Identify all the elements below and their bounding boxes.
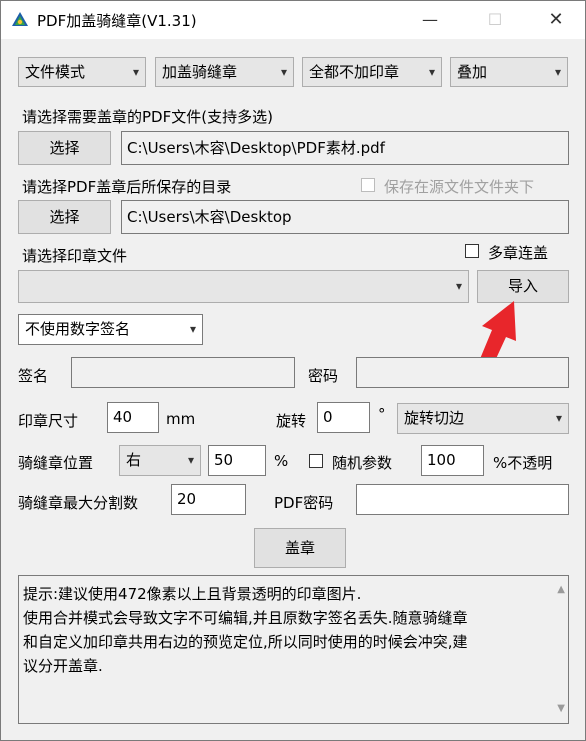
tip-line: 和自定义加印章共用右边的预览定位,所以同时使用的时候会冲突,建 xyxy=(23,633,468,651)
tip-line: 使用合并模式会导致文字不可编辑,并且原数字签名丢失.随意骑缝章 xyxy=(23,609,468,627)
stamp-size-label: 印章尺寸 xyxy=(18,412,79,430)
close-button[interactable]: ✕ xyxy=(533,1,579,39)
seam-position-select[interactable]: 右 ▾ xyxy=(119,445,201,476)
minimize-button[interactable]: — xyxy=(407,1,453,39)
opacity-label: %不透明 xyxy=(493,454,553,472)
save-in-source-label: 保存在源文件文件夹下 xyxy=(384,178,535,196)
random-params-label: 随机参数 xyxy=(332,454,393,472)
chevron-down-icon: ▾ xyxy=(555,411,562,425)
seam-percent-symbol: % xyxy=(274,452,289,470)
maximize-button[interactable]: ☐ xyxy=(472,1,518,39)
stamp-scope-value: 全都不加印章 xyxy=(309,63,400,81)
tips-text-area[interactable]: 提示:建议使用472像素以上且背景透明的印章图片. 使用合并模式会导致文字不可编… xyxy=(18,575,569,724)
app-logo-icon xyxy=(12,12,28,26)
rotate-mode-select[interactable]: 旋转切边 ▾ xyxy=(397,403,569,434)
mode-select-value: 文件模式 xyxy=(25,63,86,81)
pdf-path-field[interactable]: C:\Users\木容\Desktop\PDF素材.pdf xyxy=(121,131,569,165)
signature-password-label: 密码 xyxy=(308,367,339,385)
pdf-select-button[interactable]: 选择 xyxy=(18,131,111,165)
stamp-type-select[interactable]: 加盖骑缝章 ▾ xyxy=(155,57,294,87)
opacity-field[interactable]: 100 xyxy=(421,445,484,476)
stamp-size-field[interactable]: 40 xyxy=(107,402,159,433)
window-title: PDF加盖骑缝章(V1.31) xyxy=(37,12,197,30)
stamp-file-label: 请选择印章文件 xyxy=(22,247,128,265)
rotate-label: 旋转 xyxy=(276,412,307,430)
chevron-down-icon: ▾ xyxy=(187,453,194,467)
pdf-password-field[interactable] xyxy=(356,484,569,515)
random-params-checkbox[interactable] xyxy=(309,454,323,468)
rotate-mode-value: 旋转切边 xyxy=(404,409,465,427)
pdf-select-label: 请选择需要盖章的PDF文件(支持多选) xyxy=(22,108,273,126)
seam-position-label: 骑缝章位置 xyxy=(18,454,94,472)
chevron-down-icon: ▾ xyxy=(132,65,139,79)
tip-line: 议分开盖章. xyxy=(23,657,103,675)
scroll-up-icon[interactable]: ▲ xyxy=(557,578,565,602)
stamp-file-select[interactable]: ▾ xyxy=(18,270,469,303)
mode-select[interactable]: 文件模式 ▾ xyxy=(18,57,146,87)
stamp-button[interactable]: 盖章 xyxy=(254,528,346,568)
overlay-value: 叠加 xyxy=(457,63,488,81)
chevron-down-icon: ▾ xyxy=(554,65,561,79)
chevron-down-icon: ▾ xyxy=(428,65,435,79)
signature-name-label: 签名 xyxy=(18,367,49,385)
degree-symbol: ° xyxy=(378,405,386,423)
seam-percent-field[interactable]: 50 xyxy=(208,445,266,476)
signature-name-field[interactable] xyxy=(71,357,295,388)
chevron-down-icon: ▾ xyxy=(280,65,287,79)
tip-line: 提示:建议使用472像素以上且背景透明的印章图片. xyxy=(23,585,362,603)
multi-stamp-checkbox[interactable] xyxy=(465,244,479,258)
scroll-down-icon[interactable]: ▼ xyxy=(557,697,565,721)
max-split-field[interactable]: 20 xyxy=(171,484,246,515)
save-in-source-checkbox[interactable] xyxy=(361,178,375,192)
pdf-password-label: PDF密码 xyxy=(274,494,334,512)
stamp-size-unit: mm xyxy=(166,410,196,428)
seam-position-value: 右 xyxy=(126,451,142,469)
overlay-select[interactable]: 叠加 ▾ xyxy=(450,57,568,87)
stamp-type-value: 加盖骑缝章 xyxy=(162,63,238,81)
output-dir-button[interactable]: 选择 xyxy=(18,200,111,234)
output-dir-field[interactable]: C:\Users\木容\Desktop xyxy=(121,200,569,234)
signature-mode-select[interactable]: 不使用数字签名 ▾ xyxy=(18,314,203,345)
stamp-scope-select[interactable]: 全都不加印章 ▾ xyxy=(302,57,442,87)
multi-stamp-label: 多章连盖 xyxy=(488,244,549,262)
signature-password-field[interactable] xyxy=(356,357,569,388)
rotate-field[interactable]: 0 xyxy=(317,402,370,433)
signature-mode-value: 不使用数字签名 xyxy=(25,320,131,338)
chevron-down-icon: ▾ xyxy=(189,322,196,336)
title-bar: PDF加盖骑缝章(V1.31) — ☐ ✕ xyxy=(1,1,585,39)
output-dir-label: 请选择PDF盖章后所保存的目录 xyxy=(22,178,232,196)
app-window: PDF加盖骑缝章(V1.31) — ☐ ✕ 文件模式 ▾ 加盖骑缝章 ▾ 全都不… xyxy=(0,0,586,741)
max-split-label: 骑缝章最大分割数 xyxy=(18,494,139,512)
